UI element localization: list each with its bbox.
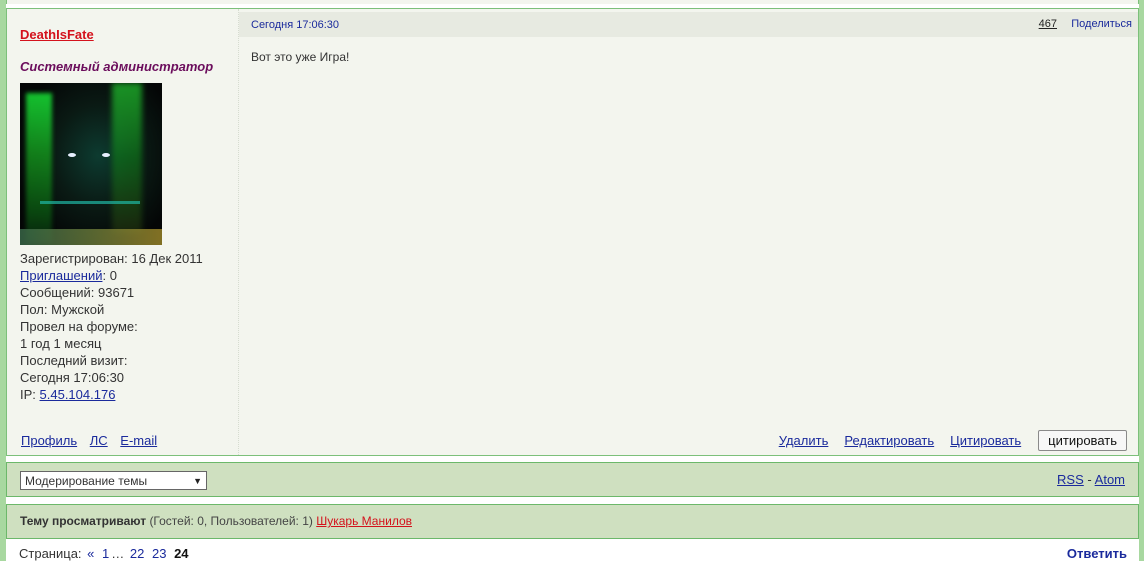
post-author-column: DeathIsFate Системный администратор Заре… [7,9,239,455]
forum-time-value: 1 год 1 месяц [20,336,102,351]
share-link[interactable]: Поделиться [1071,18,1132,30]
quote-button[interactable]: цитировать [1038,430,1127,451]
post-text: Вот это уже Игра! [251,50,350,64]
author-info: Зарегистрирован: 16 Дек 2011 Приглашений… [20,250,203,403]
avatar-beam [40,201,140,204]
invites-value: : 0 [102,268,117,283]
pagination: Страница: « 1… 22 23 24 [19,546,189,561]
pagination-current-page: 24 [174,546,189,561]
viewers-counts: (Гостей: 0, Пользователей: 1) [149,514,313,528]
invites-row: Приглашений: 0 [20,267,203,284]
rss-link[interactable]: RSS [1057,472,1084,487]
moderation-bar: Модерирование темы ▼ RSS - Atom [6,462,1139,497]
private-message-link[interactable]: ЛС [90,433,108,448]
avatar-glow-right [112,83,142,233]
chevron-down-icon: ▼ [193,475,202,486]
messages-count: Сообщений: 93671 [20,285,135,300]
registered-date: Зарегистрирован: 16 Дек 2011 [20,251,203,266]
pagination-page-22[interactable]: 22 [130,546,144,561]
moderation-select[interactable]: Модерирование темы ▼ [20,471,207,490]
forum-page: DeathIsFate Системный администратор Заре… [6,0,1139,561]
ip-link[interactable]: 5.45.104.176 [40,387,116,402]
delete-link[interactable]: Удалить [779,433,829,448]
previous-post-edge [6,0,1139,4]
post-date: Сегодня 17:06:30 [251,19,340,31]
reply-link[interactable]: Ответить [1067,546,1127,561]
invites-link[interactable]: Приглашений [20,268,102,283]
gender: Пол: Мужской [20,302,105,317]
pagination-page-1[interactable]: 1 [102,546,109,561]
pagination-ellipsis: … [111,546,125,561]
forum-time-label: Провел на форуме: [20,319,138,334]
avatar-bottom-band [20,229,162,245]
post-number-link[interactable]: 467 [1039,18,1057,30]
atom-link[interactable]: Atom [1095,472,1125,487]
viewers-label: Тему просматривают [20,514,147,528]
author-rank: Системный администратор [20,59,214,74]
profile-link[interactable]: Профиль [21,433,77,448]
author-username-link[interactable]: DeathIsFate [20,27,94,42]
avatar-glow-left [26,93,52,243]
forum-post: DeathIsFate Системный администратор Заре… [6,8,1139,456]
viewers-bar: Тему просматривают (Гостей: 0, Пользоват… [6,504,1139,539]
author-links: Профиль ЛС E-mail [21,433,166,448]
last-visit-value: Сегодня 17:06:30 [20,370,125,385]
pagination-prev[interactable]: « [87,546,94,561]
topic-viewers: Тему просматривают (Гостей: 0, Пользоват… [20,514,412,528]
avatar-eye-left [68,153,76,157]
ip-label: IP: [20,387,40,402]
quote-link[interactable]: Цитировать [950,433,1021,448]
email-link[interactable]: E-mail [120,433,157,448]
edit-link[interactable]: Редактировать [844,433,934,448]
pagination-label: Страница: [19,546,82,561]
feed-separator: - [1087,472,1092,487]
ip-row: IP: 5.45.104.176 [20,386,203,403]
viewer-user-link[interactable]: Шукарь Манилов [316,514,412,528]
feed-links: RSS - Atom [1057,472,1125,487]
post-actions: Удалить Редактировать Цитировать цитиров… [763,430,1127,451]
author-avatar [20,83,162,245]
avatar-eye-right [102,153,110,157]
pagination-page-23[interactable]: 23 [152,546,166,561]
post-header: Сегодня 17:06:30 467 Поделиться [239,12,1138,37]
moderation-select-value: Модерирование темы [25,473,148,488]
last-visit-label: Последний визит: [20,353,128,368]
